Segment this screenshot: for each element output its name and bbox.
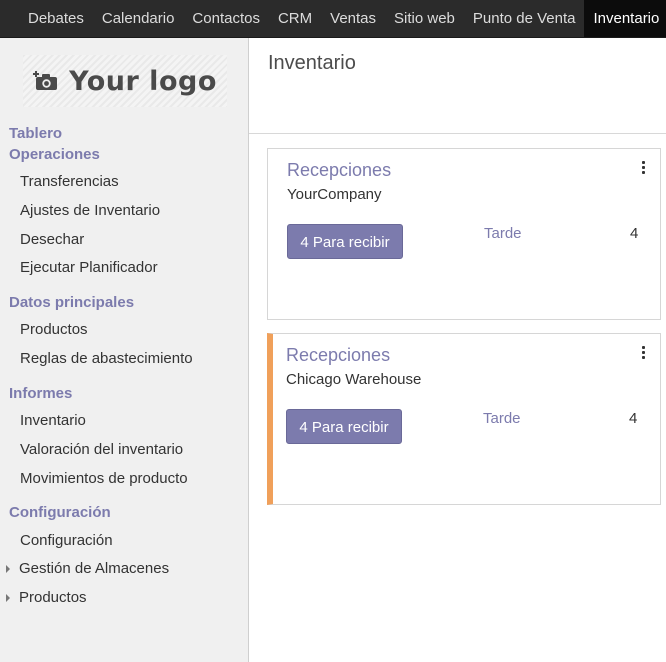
nav-ventas[interactable]: Ventas xyxy=(321,0,385,37)
sidebar-section-datos-principales: Datos principales xyxy=(9,294,135,311)
sidebar-item-movimientos-producto[interactable]: Movimientos de producto xyxy=(20,470,188,487)
nav-sitio-web[interactable]: Sitio web xyxy=(385,0,464,37)
top-navbar: Debates Calendario Contactos CRM Ventas … xyxy=(0,0,666,38)
company-logo[interactable]: Your logo xyxy=(23,55,227,107)
app-menu: Debates Calendario Contactos CRM Ventas … xyxy=(0,0,666,37)
sidebar-item-configuracion[interactable]: Configuración xyxy=(20,532,113,549)
sidebar-section-operaciones: Operaciones xyxy=(9,146,100,163)
sidebar-item-ajustes-inventario[interactable]: Ajustes de Inventario xyxy=(20,202,160,219)
sidebar-item-reglas-abastecimiento[interactable]: Reglas de abastecimiento xyxy=(20,350,193,367)
card-title[interactable]: Recepciones xyxy=(287,160,391,181)
nav-crm[interactable]: CRM xyxy=(269,0,321,37)
caret-right-icon[interactable] xyxy=(6,565,10,573)
nav-punto-de-venta[interactable]: Punto de Venta xyxy=(464,0,585,37)
sidebar: Your logo Tablero Operaciones Transferen… xyxy=(0,38,249,662)
sidebar-item-valoracion-inventario[interactable]: Valoración del inventario xyxy=(20,441,183,458)
to-receive-button[interactable]: 4 Para recibir xyxy=(287,224,403,259)
sidebar-item-transferencias[interactable]: Transferencias xyxy=(20,173,119,190)
sidebar-item-gestion-almacenes[interactable]: Gestión de Almacenes xyxy=(19,560,169,577)
sidebar-item-productos[interactable]: Productos xyxy=(20,321,88,338)
more-options-icon[interactable] xyxy=(640,346,646,360)
page-title: Inventario xyxy=(268,52,356,74)
sidebar-item-config-productos[interactable]: Productos xyxy=(19,589,87,606)
kanban-card-recepciones-chicago[interactable]: Recepciones Chicago Warehouse 4 Para rec… xyxy=(267,333,661,505)
to-receive-button[interactable]: 4 Para recibir xyxy=(286,409,402,444)
nav-contactos[interactable]: Contactos xyxy=(183,0,269,37)
logo-text: Your logo xyxy=(69,65,217,97)
kanban-card-recepciones-yourcompany[interactable]: Recepciones YourCompany 4 Para recibir T… xyxy=(267,148,661,320)
card-title[interactable]: Recepciones xyxy=(286,345,390,366)
header-divider xyxy=(249,133,666,134)
sidebar-item-tablero[interactable]: Tablero xyxy=(9,125,62,142)
card-company: YourCompany xyxy=(287,186,382,203)
late-count[interactable]: 4 xyxy=(629,410,637,427)
late-link[interactable]: Tarde xyxy=(484,225,522,242)
sidebar-item-informe-inventario[interactable]: Inventario xyxy=(20,412,86,429)
card-company: Chicago Warehouse xyxy=(286,371,422,388)
sidebar-section-configuracion: Configuración xyxy=(9,504,111,521)
sidebar-section-informes: Informes xyxy=(9,385,73,402)
sidebar-item-ejecutar-planificador[interactable]: Ejecutar Planificador xyxy=(20,259,158,276)
camera-plus-icon xyxy=(33,71,58,90)
late-count[interactable]: 4 xyxy=(630,225,638,242)
sidebar-item-desechar[interactable]: Desechar xyxy=(20,231,84,248)
nav-calendario[interactable]: Calendario xyxy=(93,0,184,37)
nav-debates[interactable]: Debates xyxy=(0,0,93,37)
caret-right-icon[interactable] xyxy=(6,594,10,602)
late-link[interactable]: Tarde xyxy=(483,410,521,427)
nav-inventario[interactable]: Inventario xyxy=(584,0,666,37)
more-options-icon[interactable] xyxy=(640,161,646,175)
